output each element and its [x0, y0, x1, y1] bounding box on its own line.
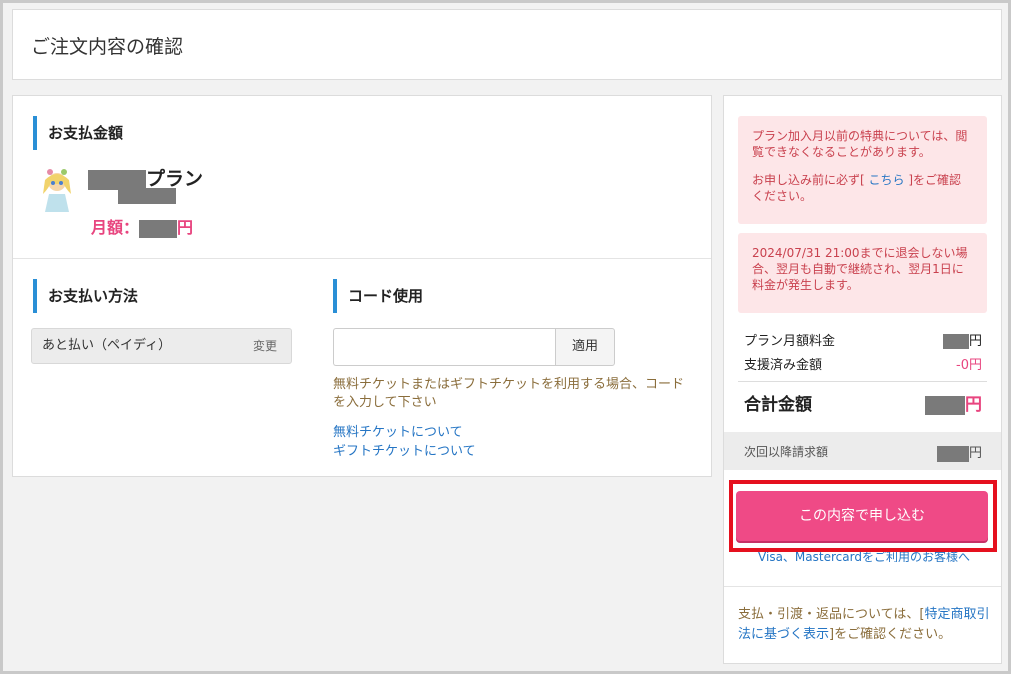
plan-name: プラン [88, 164, 203, 191]
benefit-notice: プラン加入月以前の特典については、閲覧できなくなることがあります。 お申し込み前… [738, 116, 987, 224]
change-payment-button[interactable]: 変更 [253, 329, 277, 363]
code-heading: コード使用 [333, 279, 423, 313]
plan-fee-row: プラン月額料金 円 [744, 334, 982, 349]
order-summary-panel: プラン加入月以前の特典については、閲覧できなくなることがあります。 お申し込み前… [723, 95, 1002, 664]
next-billing-row: 次回以降請求額 円 [724, 432, 1001, 470]
code-input[interactable] [333, 328, 556, 366]
legal-note: 支払・引渡・返品については、[特定商取引法に基づく表示]をご確認ください。 [738, 607, 990, 642]
total-row: 合計金額 円 [744, 395, 982, 415]
renewal-notice: 2024/07/31 21:00までに退会しない場合、翌月も自動で継続され、翌月… [738, 233, 987, 313]
section-divider [13, 258, 711, 259]
gift-ticket-link[interactable]: ギフトチケットについて [333, 440, 476, 459]
payment-method-value: あと払い（ペイディ） [42, 338, 172, 353]
monthly-price: 月額：円 [91, 218, 194, 238]
redacted-fee [942, 334, 969, 349]
redacted-creator-name [118, 188, 176, 204]
payment-method-select[interactable]: あと払い（ペイディ） 変更 [31, 328, 292, 364]
code-help-text: 無料チケットまたはギフトチケットを利用する場合、コードを入力して下さい [333, 377, 685, 410]
notice-link[interactable]: こちら [869, 173, 905, 187]
redacted-plan-name [88, 169, 146, 190]
side-divider [724, 586, 1001, 587]
support-row: 支援済み金額 -0円 [744, 358, 982, 373]
redacted-price [139, 219, 178, 238]
plan-avatar-image [43, 169, 71, 212]
page-header: ご注文内容の確認 [12, 9, 1002, 80]
redacted-next-billing [936, 445, 969, 462]
submit-order-button[interactable]: この内容で申し込む [736, 491, 988, 541]
page-title: ご注文内容の確認 [31, 36, 184, 58]
apply-code-button[interactable]: 適用 [555, 328, 615, 366]
order-main-panel: お支払金額 プラン 月額：円 お支払い方法 あと払い（ペイディ） 変更 コード使… [12, 95, 712, 477]
redacted-total [925, 395, 965, 415]
total-divider [738, 381, 987, 382]
payment-amount-heading: お支払金額 [33, 116, 123, 150]
payment-method-heading: お支払い方法 [33, 279, 138, 313]
free-ticket-link[interactable]: 無料チケットについて [333, 421, 463, 440]
